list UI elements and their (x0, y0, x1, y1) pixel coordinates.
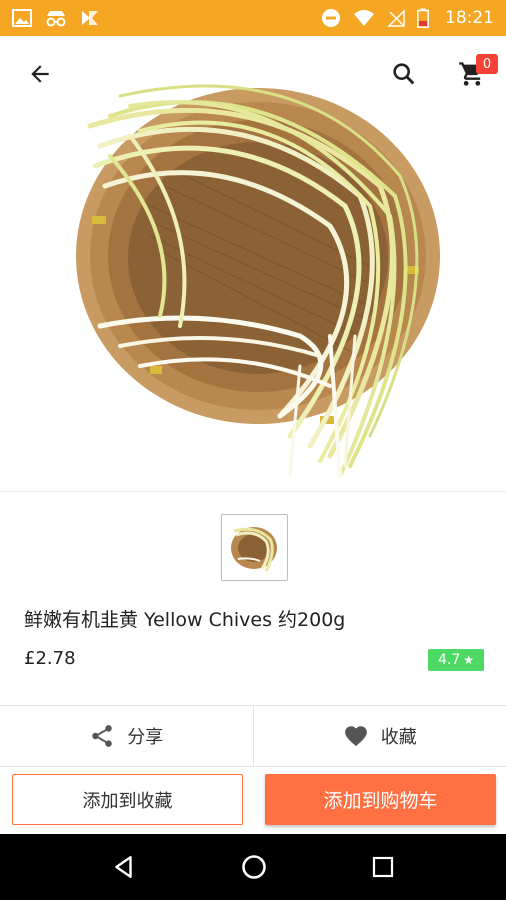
thumbnail-image (231, 527, 277, 572)
favorite-label: 收藏 (380, 727, 417, 748)
image-icon (12, 9, 32, 27)
product-hero-image: 0 (0, 36, 506, 492)
add-to-favorites-button[interactable]: 添加到收藏 (12, 774, 243, 825)
arrow-back-icon (31, 65, 49, 83)
action-row: 分享 收藏 (0, 705, 506, 767)
incognito-icon (46, 11, 66, 27)
cart-count-badge: 0 (476, 54, 498, 74)
search-icon (393, 63, 415, 85)
recents-square-icon[interactable] (371, 855, 395, 879)
status-bar: 18:21 (0, 0, 506, 36)
search-button[interactable] (384, 54, 424, 94)
delivery-icon (82, 11, 98, 25)
no-signal-icon (387, 9, 405, 27)
product-thumbnail[interactable] (221, 514, 288, 581)
status-left (12, 9, 100, 27)
favorite-button[interactable]: 收藏 (252, 706, 506, 766)
battery-icon (417, 8, 429, 28)
star-icon: ★ (463, 653, 475, 667)
add-to-cart-button[interactable]: 添加到购物车 (265, 774, 496, 825)
product-image (76, 84, 440, 478)
status-right: 18:21 (321, 8, 494, 28)
home-circle-icon[interactable] (240, 853, 268, 881)
system-nav-bar (0, 834, 506, 900)
product-title: 鲜嫩有机韭黄 Yellow Chives 约200g (24, 609, 346, 631)
wifi-icon (354, 10, 374, 26)
share-icon (92, 725, 112, 747)
heart-icon (344, 726, 367, 747)
rating-value: 4.7 (437, 652, 461, 668)
share-button[interactable]: 分享 (0, 706, 253, 766)
back-triangle-icon[interactable] (111, 854, 137, 880)
product-price: £2.78 (24, 648, 76, 669)
back-button[interactable] (20, 54, 60, 94)
status-time: 18:21 (445, 8, 494, 28)
rating-badge: 4.7 ★ (428, 649, 484, 671)
do-not-disturb-icon (322, 9, 340, 27)
share-label: 分享 (127, 727, 164, 748)
